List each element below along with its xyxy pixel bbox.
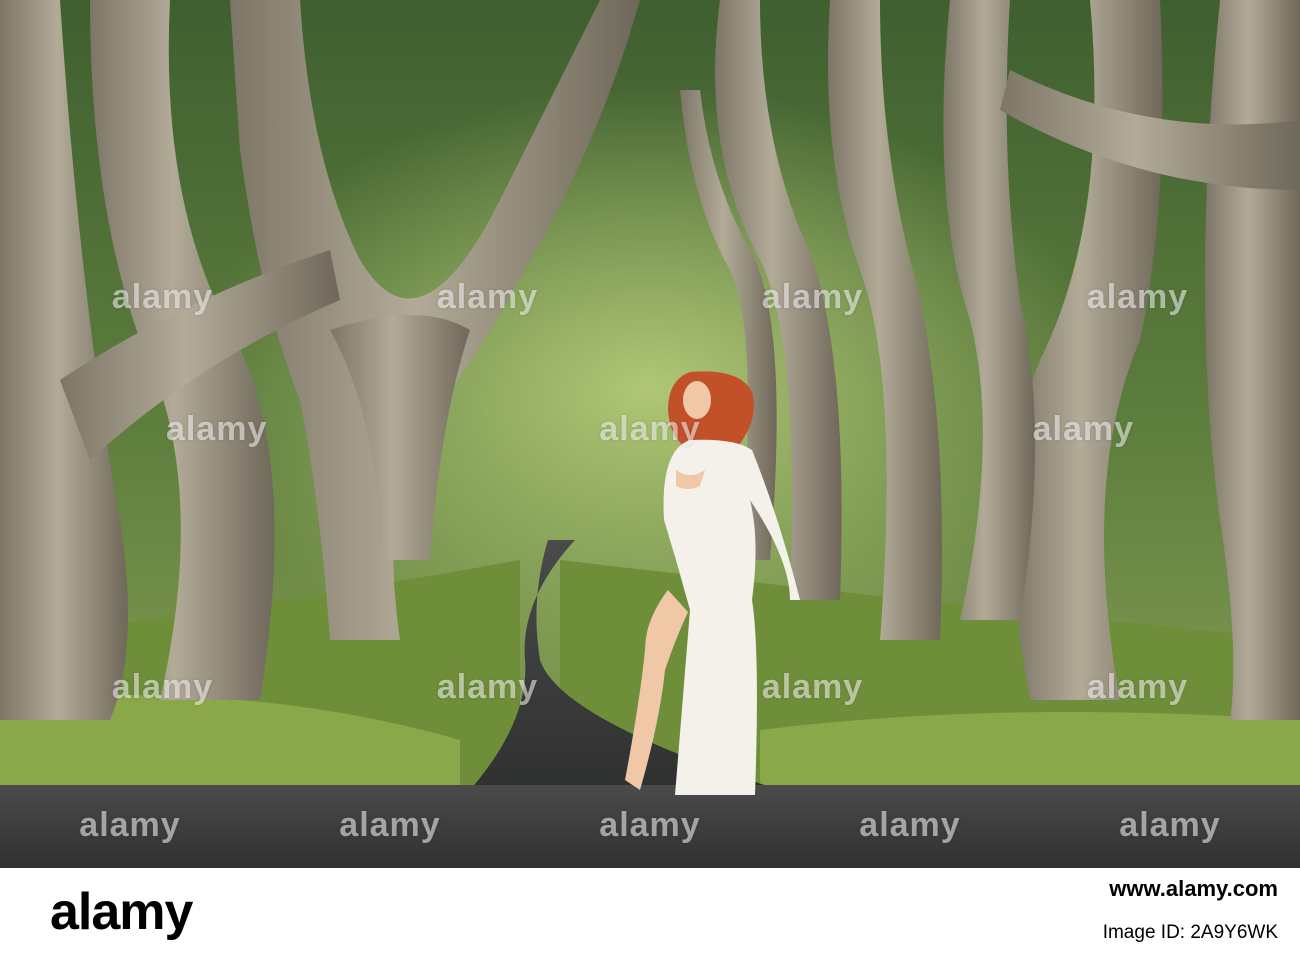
right-grass-light [760,712,1300,790]
stock-photo: alamy alamy alamy alamy alamy alamy alam… [0,0,1300,868]
foreground-road [0,785,1300,868]
footer-bar: alamy www.alamy.com Image ID: 2A9Y6WK [0,868,1300,956]
site-url[interactable]: www.alamy.com [1109,876,1278,902]
face [683,381,711,419]
alamy-logo[interactable]: alamy [50,882,193,942]
image-id-label: Image ID: 2A9Y6WK [1102,922,1278,943]
red-hair [668,371,754,450]
photo-illustration [0,0,1300,868]
